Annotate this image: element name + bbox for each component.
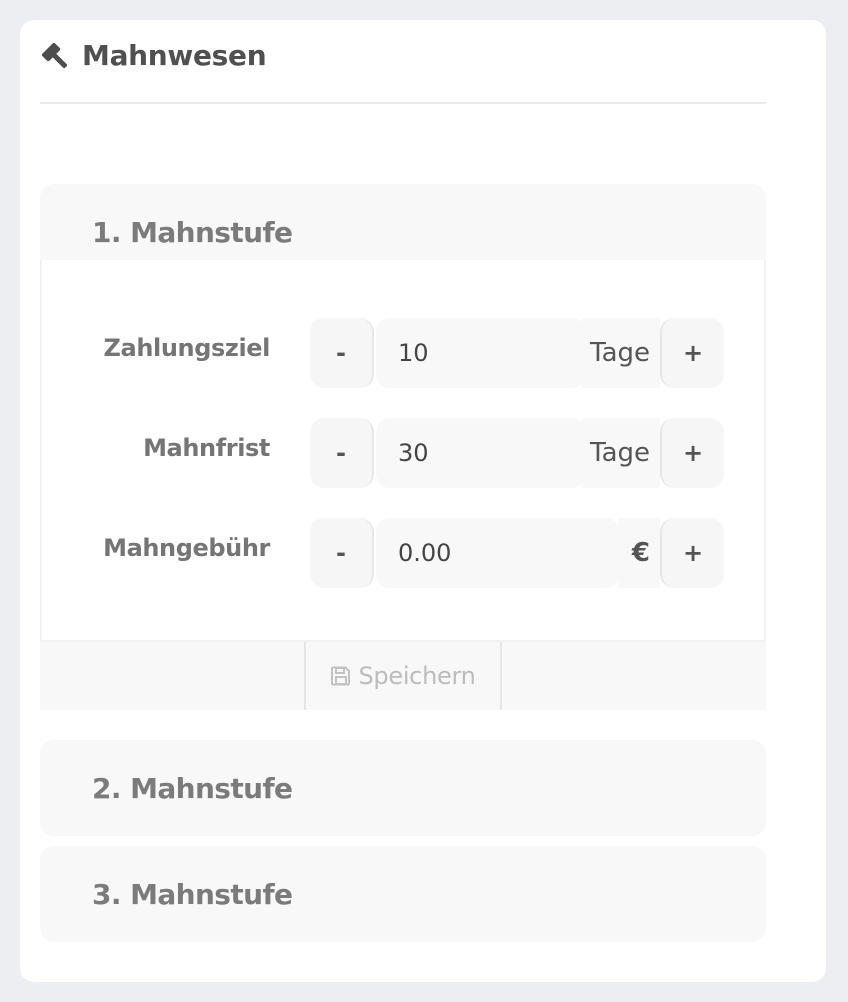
mahnfrist-increment-button[interactable]: + xyxy=(660,418,724,488)
accordion-level-1-footer: Speichern xyxy=(40,642,766,710)
mahnfrist-decrement-button[interactable]: - xyxy=(310,418,374,488)
mahnfrist-input[interactable] xyxy=(376,418,586,488)
zahlungsziel-decrement-button[interactable]: - xyxy=(310,318,374,388)
field-label-mahngebuehr: Mahngebühr xyxy=(103,534,270,562)
floppy-disk-icon xyxy=(331,666,351,686)
mahngebuehr-unit: € xyxy=(618,518,660,588)
card-title: Mahnwesen xyxy=(82,39,267,72)
accordion-level-3-label: 3. Mahnstufe xyxy=(92,877,293,911)
save-button-label: Speichern xyxy=(358,662,476,690)
card-header: Mahnwesen xyxy=(40,40,766,104)
field-row-mahngebuehr: Mahngebühr - € + xyxy=(42,518,764,588)
zahlungsziel-unit: Tage xyxy=(582,318,660,388)
zahlungsziel-increment-button[interactable]: + xyxy=(660,318,724,388)
mahngebuehr-input[interactable] xyxy=(376,518,620,588)
field-label-mahnfrist: Mahnfrist xyxy=(143,434,270,462)
gavel-icon xyxy=(41,42,68,69)
mahngebuehr-increment-button[interactable]: + xyxy=(660,518,724,588)
field-row-zahlungsziel: Zahlungsziel - Tage + xyxy=(42,318,764,388)
accordion-level-1-body: Zahlungsziel - Tage + Mahnfrist - Tage +… xyxy=(40,260,766,642)
accordion-level-3[interactable]: 3. Mahnstufe xyxy=(40,846,766,942)
field-label-zahlungsziel: Zahlungsziel xyxy=(103,334,271,362)
field-row-mahnfrist: Mahnfrist - Tage + xyxy=(42,418,764,488)
accordion-level-1-label: 1. Mahnstufe xyxy=(92,215,293,249)
save-button[interactable]: Speichern xyxy=(304,642,502,710)
accordion-level-2[interactable]: 2. Mahnstufe xyxy=(40,740,766,836)
mahngebuehr-decrement-button[interactable]: - xyxy=(310,518,374,588)
mahnfrist-unit: Tage xyxy=(582,418,660,488)
zahlungsziel-input[interactable] xyxy=(376,318,586,388)
accordion-level-2-label: 2. Mahnstufe xyxy=(92,771,293,805)
